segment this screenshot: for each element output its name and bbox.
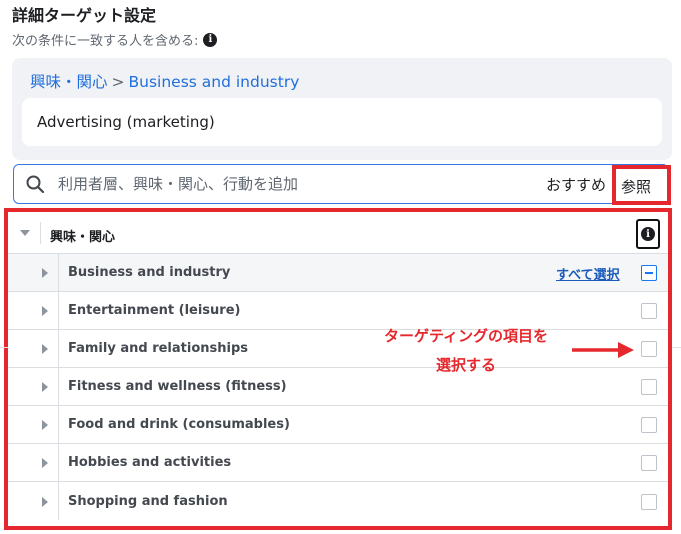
expand-caret-icon[interactable]	[42, 382, 48, 392]
row-checkbox[interactable]	[641, 417, 657, 433]
tree-row-label: Shopping and fashion	[68, 494, 228, 509]
row-checkbox[interactable]	[641, 455, 657, 471]
search-icon	[26, 175, 44, 193]
tree-row-food-and-drink[interactable]: Food and drink (consumables)	[8, 406, 668, 444]
tree-row-family-and-relationships[interactable]: Family and relationships	[8, 330, 668, 368]
select-all-link[interactable]: すべて選択	[556, 264, 620, 283]
expand-caret-icon[interactable]	[42, 344, 48, 354]
selected-interest-chip[interactable]: Advertising (marketing)	[22, 98, 662, 146]
breadcrumb-child[interactable]: Business and industry	[129, 73, 300, 91]
selected-targeting-panel: 興味・関心 > Business and industry Advertising …	[12, 58, 672, 160]
collapse-caret-icon[interactable]	[20, 230, 30, 236]
tree-row-shopping-and-fashion[interactable]: Shopping and fashion	[8, 482, 668, 522]
divider	[40, 222, 41, 244]
row-checkbox[interactable]	[641, 303, 657, 319]
targeting-search-bar: おすすめ	[13, 164, 669, 204]
breadcrumb: 興味・関心 > Business and industry	[30, 70, 299, 92]
expand-caret-icon[interactable]	[42, 458, 48, 468]
divider	[58, 368, 59, 405]
annotation-callout: ターゲティングの項目を 選択する	[366, 322, 566, 380]
expand-caret-icon[interactable]	[42, 420, 48, 430]
section-title: 詳細ターゲット設定	[12, 6, 157, 25]
tree-row-business-and-industry[interactable]: Business and industry すべて選択	[8, 254, 668, 292]
divider	[58, 292, 59, 329]
divider	[0, 347, 8, 348]
category-header-row[interactable]: 興味・関心 i	[8, 212, 668, 254]
category-info-button[interactable]: i	[636, 219, 660, 249]
tree-row-label: Entertainment (leisure)	[68, 303, 241, 318]
tree-row-label: Family and relationships	[68, 341, 249, 356]
expand-caret-icon[interactable]	[42, 497, 48, 507]
browse-button-highlight: 参照	[612, 165, 671, 205]
divider	[58, 254, 59, 291]
include-condition-label: 次の条件に一致する人を含める:	[12, 34, 199, 49]
row-checkbox[interactable]	[641, 379, 657, 395]
browse-button[interactable]: 参照	[621, 176, 651, 197]
tree-row-label: Fitness and wellness (fitness)	[68, 379, 287, 394]
tree-row-label: Business and industry	[68, 265, 231, 280]
info-icon: i	[641, 227, 655, 241]
annotation-line-1: ターゲティングの項目を	[383, 327, 549, 345]
include-condition-text: 次の条件に一致する人を含める: i	[12, 30, 218, 49]
suggestions-button[interactable]: おすすめ	[546, 174, 606, 195]
divider	[58, 444, 59, 481]
divider	[58, 482, 59, 520]
row-checkbox[interactable]	[641, 494, 657, 510]
row-checkbox-partial[interactable]	[641, 265, 657, 281]
tree-row-hobbies-and-activities[interactable]: Hobbies and activities	[8, 444, 668, 482]
info-icon[interactable]: i	[203, 32, 218, 47]
tree-row-label: Hobbies and activities	[68, 455, 232, 470]
row-checkbox[interactable]	[641, 341, 657, 357]
tree-row-entertainment[interactable]: Entertainment (leisure)	[8, 292, 668, 330]
annotation-arrow-icon	[572, 342, 634, 358]
expand-caret-icon[interactable]	[42, 268, 48, 278]
tree-row-label: Food and drink (consumables)	[68, 417, 290, 432]
annotation-line-2: 選択する	[435, 356, 496, 374]
selected-interest-label: Advertising (marketing)	[37, 113, 215, 131]
targeting-search-input[interactable]	[58, 171, 528, 197]
category-label: 興味・関心	[50, 230, 116, 245]
breadcrumb-separator: >	[111, 73, 125, 91]
divider	[58, 406, 59, 443]
expand-caret-icon[interactable]	[42, 306, 48, 316]
divider	[672, 347, 681, 348]
tree-row-fitness-and-wellness[interactable]: Fitness and wellness (fitness)	[8, 368, 668, 406]
divider	[58, 330, 59, 367]
breadcrumb-parent[interactable]: 興味・関心	[30, 73, 108, 91]
